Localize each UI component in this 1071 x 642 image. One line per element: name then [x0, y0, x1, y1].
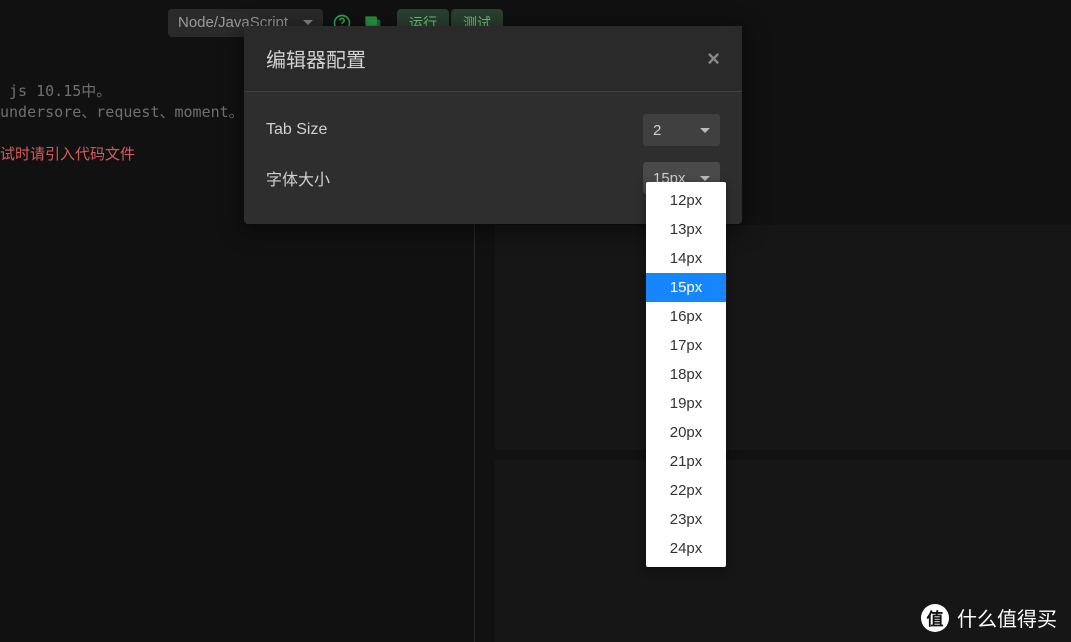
tab-size-row: Tab Size 2	[266, 106, 720, 154]
font-size-option[interactable]: 24px	[646, 534, 726, 563]
font-size-option[interactable]: 16px	[646, 302, 726, 331]
caret-down-icon	[700, 128, 710, 133]
watermark: 值 什么值得买	[921, 603, 1057, 632]
watermark-icon-text: 值	[927, 605, 944, 630]
tab-size-select[interactable]: 2	[643, 114, 720, 146]
font-size-option[interactable]: 14px	[646, 244, 726, 273]
font-size-option[interactable]: 13px	[646, 215, 726, 244]
watermark-icon: 值	[921, 604, 949, 632]
tab-size-value: 2	[653, 122, 661, 139]
font-size-option[interactable]: 23px	[646, 505, 726, 534]
font-size-dropdown[interactable]: 12px13px14px15px16px17px18px19px20px21px…	[646, 182, 726, 567]
tab-size-label: Tab Size	[266, 121, 327, 139]
font-size-option[interactable]: 21px	[646, 447, 726, 476]
font-size-label: 字体大小	[266, 166, 330, 190]
close-icon[interactable]: ×	[707, 48, 720, 70]
modal-title: 编辑器配置	[266, 44, 366, 73]
font-size-option[interactable]: 18px	[646, 360, 726, 389]
font-size-option[interactable]: 17px	[646, 331, 726, 360]
font-size-option[interactable]: 20px	[646, 418, 726, 447]
modal-header: 编辑器配置 ×	[244, 26, 742, 92]
font-size-option[interactable]: 15px	[646, 273, 726, 302]
font-size-option[interactable]: 12px	[646, 186, 726, 215]
font-size-option[interactable]: 22px	[646, 476, 726, 505]
watermark-text: 什么值得买	[957, 603, 1057, 632]
caret-down-icon	[700, 176, 710, 181]
font-size-option[interactable]: 19px	[646, 389, 726, 418]
